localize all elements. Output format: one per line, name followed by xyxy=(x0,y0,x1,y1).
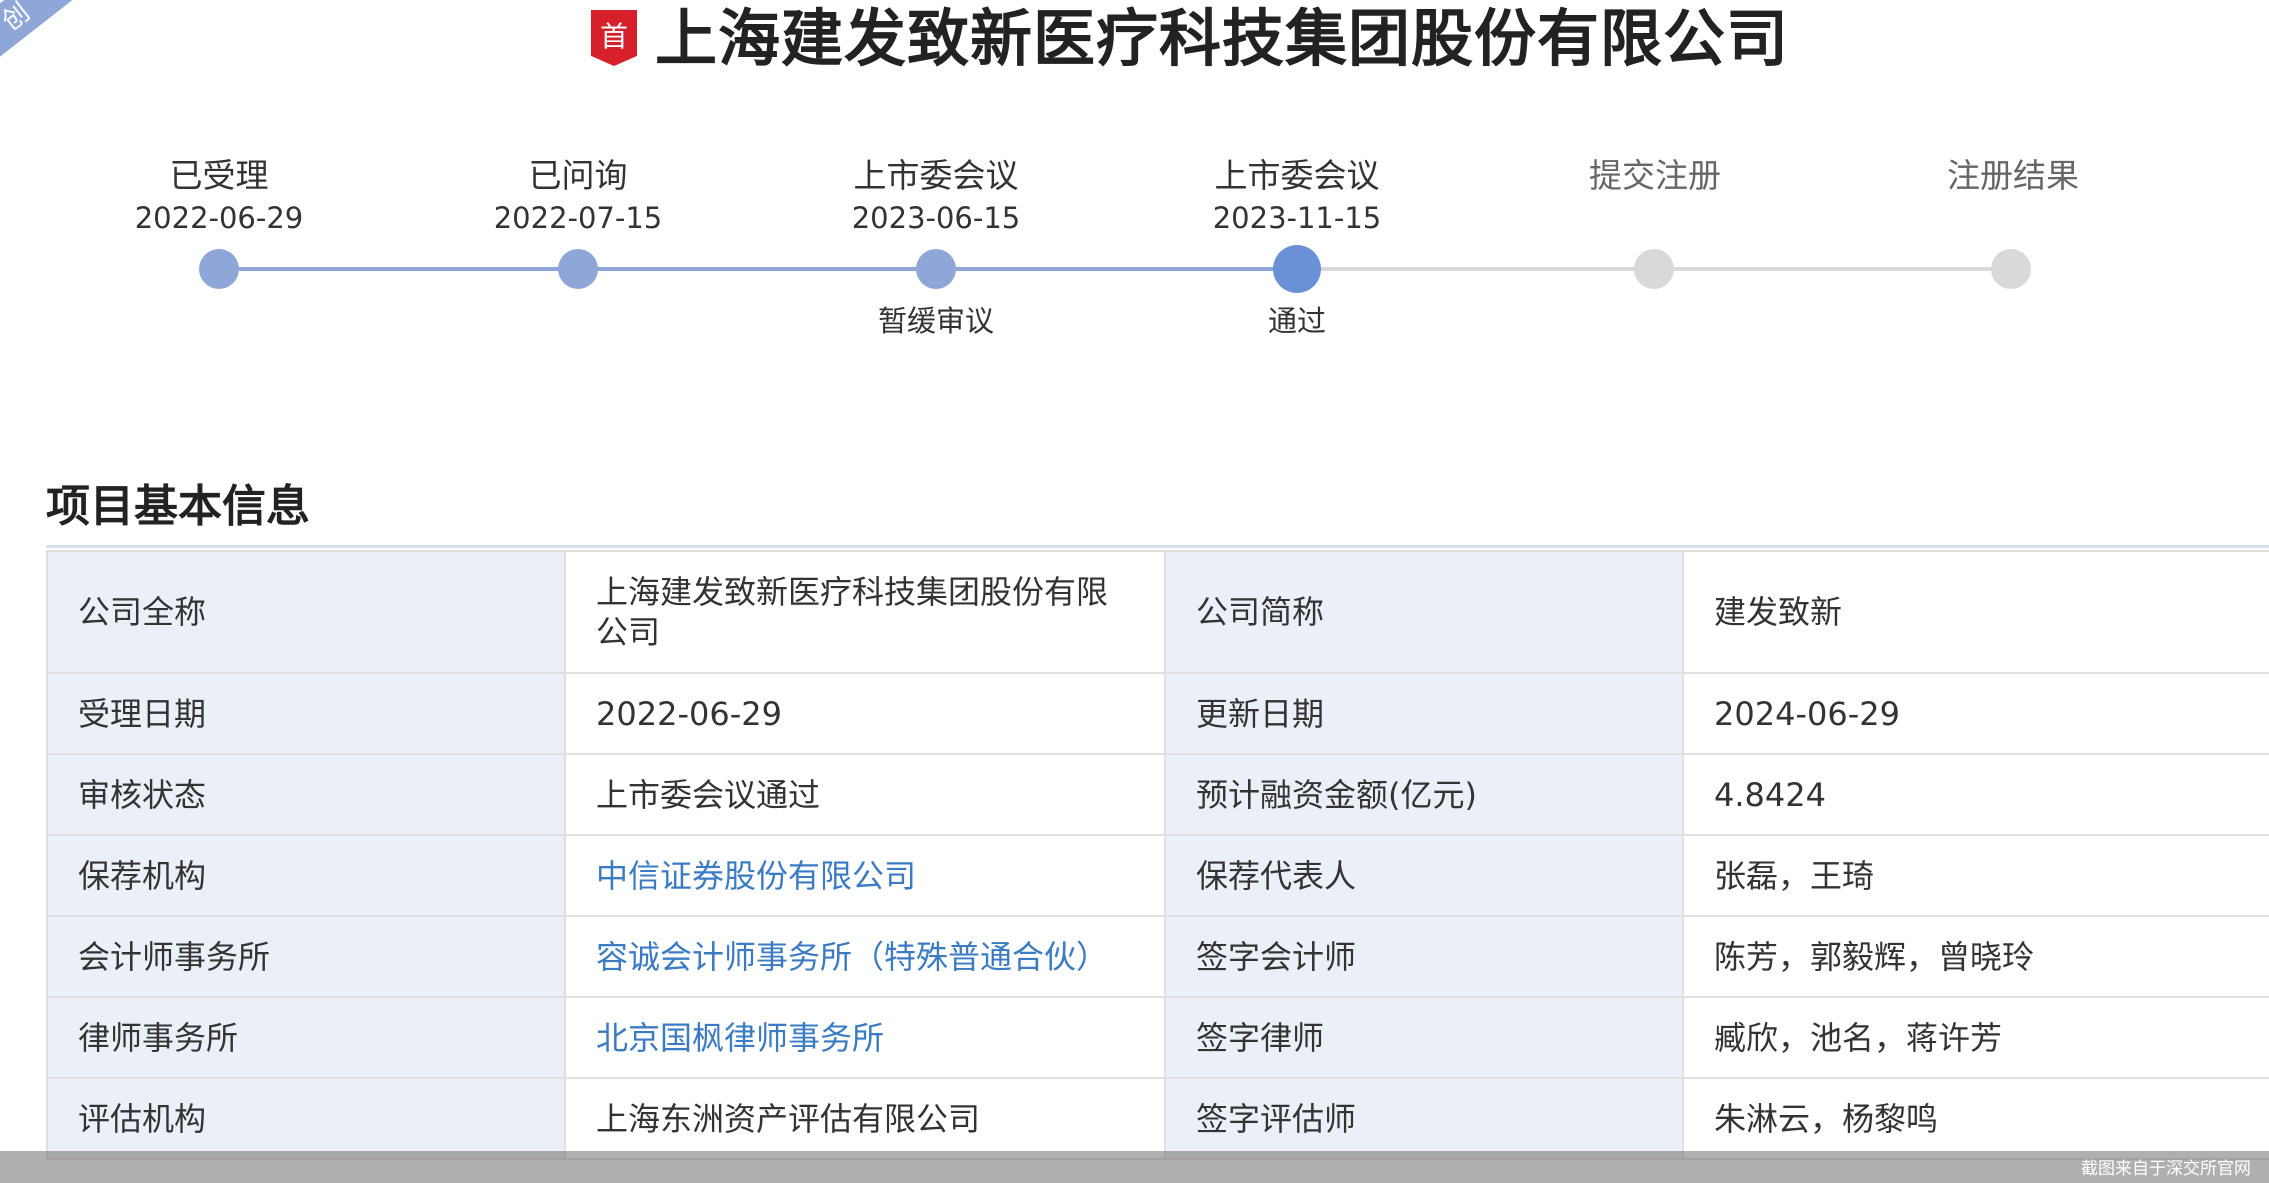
step-dot-listing-committee-1 xyxy=(916,249,956,289)
table-row: 公司全称 上海建发致新医疗科技集团股份有限公司 公司简称 建发致新 xyxy=(46,550,2269,674)
field-value: 上海东洲资产评估有限公司 xyxy=(564,1077,1166,1160)
field-value: 建发致新 xyxy=(1682,550,2269,674)
field-label: 受理日期 xyxy=(46,672,566,755)
field-label: 会计师事务所 xyxy=(46,915,566,998)
field-value: 2024-06-29 xyxy=(1682,672,2269,755)
step-date xyxy=(1505,198,1805,238)
step-label: 提交注册 xyxy=(1589,156,1721,195)
field-label: 评估机构 xyxy=(46,1077,566,1160)
step-dot-accepted xyxy=(199,249,239,289)
field-label: 预计融资金额(亿元) xyxy=(1164,753,1684,836)
section-divider xyxy=(46,545,2269,548)
step-dot-inquired xyxy=(558,249,598,289)
timeline-step-submit-registration: 提交注册 xyxy=(1505,154,1805,238)
step-label: 注册结果 xyxy=(1947,156,2079,195)
step-label: 上市委会议 xyxy=(853,156,1019,195)
table-row: 保荐机构 中信证券股份有限公司 保荐代表人 张磊，王琦 xyxy=(46,834,2269,917)
step-note-deferred: 暂缓审议 xyxy=(877,304,994,338)
table-row: 律师事务所 北京国枫律师事务所 签字律师 臧欣，池名，蒋许芳 xyxy=(46,996,2269,1079)
accounting-firm-link[interactable]: 容诚会计师事务所（特殊普通合伙） xyxy=(564,915,1166,998)
field-value: 4.8424 xyxy=(1682,753,2269,836)
field-value: 上海建发致新医疗科技集团股份有限公司 xyxy=(564,550,1166,674)
table-row: 审核状态 上市委会议通过 预计融资金额(亿元) 4.8424 xyxy=(46,753,2269,836)
table-row: 评估机构 上海东洲资产评估有限公司 签字评估师 朱淋云，杨黎鸣 xyxy=(46,1077,2269,1160)
step-date: 2023-11-15 xyxy=(1212,201,1382,235)
source-caption: 截图来自于深交所官网 xyxy=(2081,1159,2251,1179)
step-label: 已问询 xyxy=(528,156,628,195)
field-value: 臧欣，池名，蒋许芳 xyxy=(1682,996,2269,1079)
field-label: 保荐机构 xyxy=(46,834,566,917)
timeline-step-listing-committee-1: 上市委会议 2023-06-15 xyxy=(786,154,1086,238)
step-date: 2022-06-29 xyxy=(134,201,304,235)
field-label: 签字会计师 xyxy=(1164,915,1684,998)
step-dot-registration-result xyxy=(1991,249,2031,289)
field-label: 公司全称 xyxy=(46,550,566,674)
review-progress-timeline: 已受理 2022-06-29 已问询 2022-07-15 上市委会议 2023… xyxy=(0,140,2269,360)
first-filing-badge: 首 xyxy=(591,10,637,66)
table-row: 会计师事务所 容诚会计师事务所（特殊普通合伙） 签字会计师 陈芳，郭毅辉，曾晓玲 xyxy=(46,915,2269,998)
step-label: 已受理 xyxy=(169,156,269,195)
field-value: 上市委会议通过 xyxy=(564,753,1166,836)
company-title: 上海建发致新医疗科技集团股份有限公司 xyxy=(655,2,1790,75)
step-note-approved: 通过 xyxy=(1267,304,1326,338)
field-label: 更新日期 xyxy=(1164,672,1684,755)
step-date: 2022-07-15 xyxy=(493,201,663,235)
step-dot-submit-registration xyxy=(1634,249,1674,289)
step-date: 2023-06-15 xyxy=(851,201,1021,235)
field-value: 张磊，王琦 xyxy=(1682,834,2269,917)
field-label: 保荐代表人 xyxy=(1164,834,1684,917)
field-label: 律师事务所 xyxy=(46,996,566,1079)
timeline-step-accepted: 已受理 2022-06-29 xyxy=(69,154,369,238)
bottom-overlay-strip xyxy=(0,1151,2269,1183)
sponsor-link[interactable]: 中信证券股份有限公司 xyxy=(564,834,1166,917)
section-title: 项目基本信息 xyxy=(46,481,310,532)
field-value: 2022-06-29 xyxy=(564,672,1166,755)
law-firm-link[interactable]: 北京国枫律师事务所 xyxy=(564,996,1166,1079)
field-label: 签字律师 xyxy=(1164,996,1684,1079)
timeline-step-listing-committee-2: 上市委会议 2023-11-15 xyxy=(1147,154,1447,238)
project-info-table: 公司全称 上海建发致新医疗科技集团股份有限公司 公司简称 建发致新 受理日期 2… xyxy=(46,550,2269,1160)
step-label: 上市委会议 xyxy=(1214,156,1380,195)
field-label: 签字评估师 xyxy=(1164,1077,1684,1160)
table-row: 受理日期 2022-06-29 更新日期 2024-06-29 xyxy=(46,672,2269,755)
field-value: 朱淋云，杨黎鸣 xyxy=(1682,1077,2269,1160)
field-label: 审核状态 xyxy=(46,753,566,836)
timeline-line-completed xyxy=(219,267,1297,271)
step-date xyxy=(1863,198,2163,238)
timeline-step-registration-result: 注册结果 xyxy=(1863,154,2163,238)
field-value: 陈芳，郭毅辉，曾晓玲 xyxy=(1682,915,2269,998)
page-header: 首 上海建发致新医疗科技集团股份有限公司 xyxy=(0,0,2269,80)
step-dot-listing-committee-2 xyxy=(1273,245,1321,293)
field-label: 公司简称 xyxy=(1164,550,1684,674)
timeline-step-inquired: 已问询 2022-07-15 xyxy=(428,154,728,238)
